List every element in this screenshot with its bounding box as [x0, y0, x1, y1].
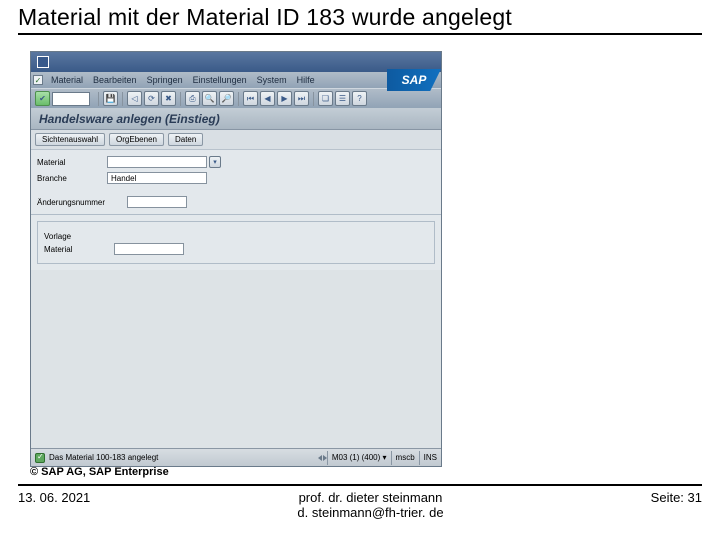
status-success-icon: [35, 453, 45, 463]
status-session[interactable]: M03 (1) (400) ▾: [327, 451, 391, 465]
branche-input[interactable]: Handel: [107, 172, 207, 184]
menu-material[interactable]: Material: [46, 75, 88, 85]
back-icon[interactable]: ◁: [127, 91, 142, 106]
vorlage-material-label: Material: [44, 245, 114, 254]
status-server: mscb: [391, 451, 419, 465]
menu-einstellungen[interactable]: Einstellungen: [188, 75, 252, 85]
aenderung-input[interactable]: [127, 196, 187, 208]
menu-bearbeiten[interactable]: Bearbeiten: [88, 75, 142, 85]
sap-logo: SAP: [387, 69, 441, 91]
menu-springen[interactable]: Springen: [142, 75, 188, 85]
menu-system[interactable]: System: [252, 75, 292, 85]
vorlage-group-label: Vorlage: [44, 232, 428, 241]
save-icon[interactable]: 💾: [103, 91, 118, 106]
cancel-icon[interactable]: ✖: [161, 91, 176, 106]
application-toolbar: ✔ 💾 ◁ ⟳ ✖ ⎙ 🔍 🔎 ⏮ ◀ ▶ ⏭ ❏ ☰ ?: [31, 88, 441, 108]
status-message: Das Material 100-183 angelegt: [49, 453, 314, 462]
toolbar-separator: [98, 92, 99, 106]
prev-page-icon[interactable]: ◀: [260, 91, 275, 106]
print-icon[interactable]: ⎙: [185, 91, 200, 106]
btn-daten[interactable]: Daten: [168, 133, 203, 146]
status-bar: Das Material 100-183 angelegt M03 (1) (4…: [31, 448, 441, 466]
form-area: Material ▾ Branche Handel Änderungsnumme…: [31, 150, 441, 270]
screen-button-row: Sichtenauswahl OrgEbenen Daten: [31, 130, 441, 150]
btn-orgebenen[interactable]: OrgEbenen: [109, 133, 164, 146]
exit-icon[interactable]: ⟳: [144, 91, 159, 106]
branche-label: Branche: [37, 174, 107, 183]
slide-copyright: © SAP AG, SAP Enterprise: [30, 466, 169, 478]
layout-icon[interactable]: ☰: [335, 91, 350, 106]
status-scroll-icons[interactable]: [318, 455, 327, 461]
menu-hilfe[interactable]: Hilfe: [292, 75, 320, 85]
form-divider: [31, 214, 441, 215]
window-titlebar: [31, 52, 441, 72]
toolbar-separator: [238, 92, 239, 106]
help-icon[interactable]: ?: [352, 91, 367, 106]
material-f4-icon[interactable]: ▾: [209, 156, 221, 168]
triangle-left-icon: [318, 455, 322, 461]
btn-sichtenauswahl[interactable]: Sichtenauswahl: [35, 133, 105, 146]
material-label: Material: [37, 158, 107, 167]
last-page-icon[interactable]: ⏭: [294, 91, 309, 106]
vorlage-material-input[interactable]: [114, 243, 184, 255]
slide-title: Material mit der Material ID 183 wurde a…: [18, 4, 702, 35]
screen-subtitle: Handelsware anlegen (Einstieg): [31, 108, 441, 130]
vorlage-group: Vorlage Material: [37, 221, 435, 264]
menu-bar: ✓ Material Bearbeiten Springen Einstellu…: [31, 72, 441, 88]
new-session-icon[interactable]: ❏: [318, 91, 333, 106]
material-input[interactable]: [107, 156, 207, 168]
slide-footer: 13. 06. 2021 prof. dr. dieter steinmann …: [18, 490, 702, 520]
sap-window: ✓ Material Bearbeiten Springen Einstellu…: [30, 51, 442, 467]
toolbar-separator: [180, 92, 181, 106]
footer-author-email: d. steinmann@fh-trier. de: [297, 505, 443, 520]
aenderung-label: Änderungsnummer: [37, 198, 127, 207]
footer-author-name: prof. dr. dieter steinmann: [299, 490, 443, 505]
find-icon[interactable]: 🔍: [202, 91, 217, 106]
system-menu-icon[interactable]: [37, 56, 49, 68]
first-page-icon[interactable]: ⏮: [243, 91, 258, 106]
footer-rule: [18, 484, 702, 486]
status-mode: INS: [419, 451, 441, 465]
toolbar-separator: [122, 92, 123, 106]
menu-confirm-icon[interactable]: ✓: [33, 75, 43, 85]
next-page-icon[interactable]: ▶: [277, 91, 292, 106]
footer-page: Seite: 31: [651, 490, 702, 505]
command-field[interactable]: [52, 92, 90, 106]
footer-date: 13. 06. 2021: [18, 490, 90, 505]
toolbar-separator: [313, 92, 314, 106]
find-next-icon[interactable]: 🔎: [219, 91, 234, 106]
enter-button-icon[interactable]: ✔: [35, 91, 50, 106]
